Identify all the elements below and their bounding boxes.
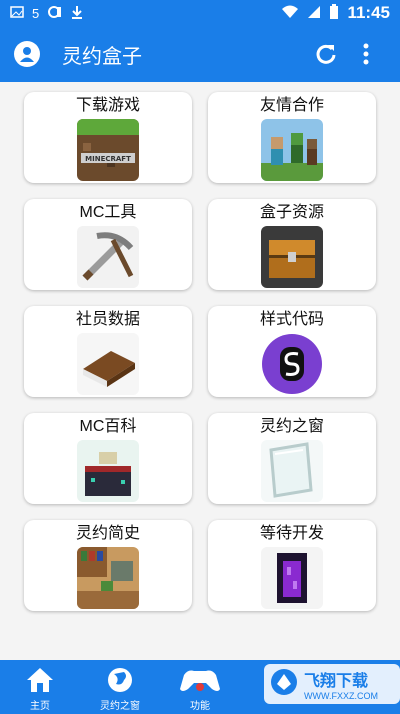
download-icon xyxy=(71,5,83,22)
chest-icon xyxy=(261,226,323,288)
sword-pickaxe-icon xyxy=(77,226,139,288)
card-download-game[interactable]: 下载游戏 MINECRAFT xyxy=(24,92,192,183)
home-icon xyxy=(25,663,55,697)
globe-icon xyxy=(106,663,134,697)
card-style-code[interactable]: 样式代码 xyxy=(208,306,376,397)
card-label: MC百科 xyxy=(79,418,137,435)
signal-icon xyxy=(307,5,321,22)
nav-item-functions[interactable]: 功能 xyxy=(160,663,240,714)
notification-icon xyxy=(47,5,63,22)
app-title: 灵约盒子 xyxy=(62,45,142,68)
feature-grid: 下载游戏 MINECRAFT 友情合作 MC工具 盒子资源 社员数据 样式代码 xyxy=(0,82,400,660)
obsidian-portal-icon xyxy=(261,547,323,609)
watermark-title: 飞翔下载 xyxy=(304,673,369,690)
svg-text:MINECRAFT: MINECRAFT xyxy=(85,155,131,163)
enchanting-table-icon xyxy=(77,440,139,502)
card-mc-tools[interactable]: MC工具 xyxy=(24,199,192,290)
app-bar: 灵约盒子 xyxy=(0,26,400,82)
status-time: 11:45 xyxy=(347,3,390,22)
book-icon xyxy=(77,333,139,395)
refresh-icon[interactable] xyxy=(306,34,346,74)
gamepad-icon xyxy=(178,663,222,697)
bookshelf-room-icon xyxy=(77,547,139,609)
card-label: 灵约之窗 xyxy=(259,418,324,435)
s-badge-icon xyxy=(261,333,323,395)
watermark-url: WWW.FXXZ.COM xyxy=(304,691,378,701)
nav-label: 主页 xyxy=(30,701,50,712)
card-label: MC工具 xyxy=(79,204,137,221)
card-friend-cooperation[interactable]: 友情合作 xyxy=(208,92,376,183)
card-label: 社员数据 xyxy=(75,311,140,328)
status-left-number: 5 xyxy=(32,5,40,21)
minecraft-logo-icon: MINECRAFT xyxy=(77,119,139,181)
card-member-data[interactable]: 社员数据 xyxy=(24,306,192,397)
nav-label: 灵约之窗 xyxy=(100,701,140,712)
card-lingyue-window[interactable]: 灵约之窗 xyxy=(208,413,376,504)
card-label: 等待开发 xyxy=(259,525,324,542)
card-label: 灵约简史 xyxy=(75,525,140,542)
status-bar: 5 11:45 xyxy=(0,0,400,26)
card-pending-development[interactable]: 等待开发 xyxy=(208,520,376,611)
card-lingyue-history[interactable]: 灵约简史 xyxy=(24,520,192,611)
card-label: 友情合作 xyxy=(259,97,324,114)
card-label: 样式代码 xyxy=(259,311,324,328)
more-vertical-icon[interactable] xyxy=(346,34,386,74)
wifi-icon xyxy=(281,5,299,22)
card-box-resources[interactable]: 盒子资源 xyxy=(208,199,376,290)
image-icon xyxy=(10,5,24,21)
nav-label: 功能 xyxy=(190,701,210,712)
characters-icon xyxy=(261,119,323,181)
nav-item-home[interactable]: 主页 xyxy=(0,663,80,714)
card-label: 盒子资源 xyxy=(259,204,324,221)
nav-item-lingyue-window[interactable]: 灵约之窗 xyxy=(80,663,160,714)
glass-pane-icon xyxy=(261,440,323,502)
profile-icon[interactable] xyxy=(14,41,40,67)
watermark: 飞翔下载 WWW.FXXZ.COM xyxy=(264,664,400,704)
card-label: 下载游戏 xyxy=(75,97,140,114)
battery-icon xyxy=(329,3,339,23)
watermark-logo-icon xyxy=(270,668,298,701)
card-mc-encyclopedia[interactable]: MC百科 xyxy=(24,413,192,504)
